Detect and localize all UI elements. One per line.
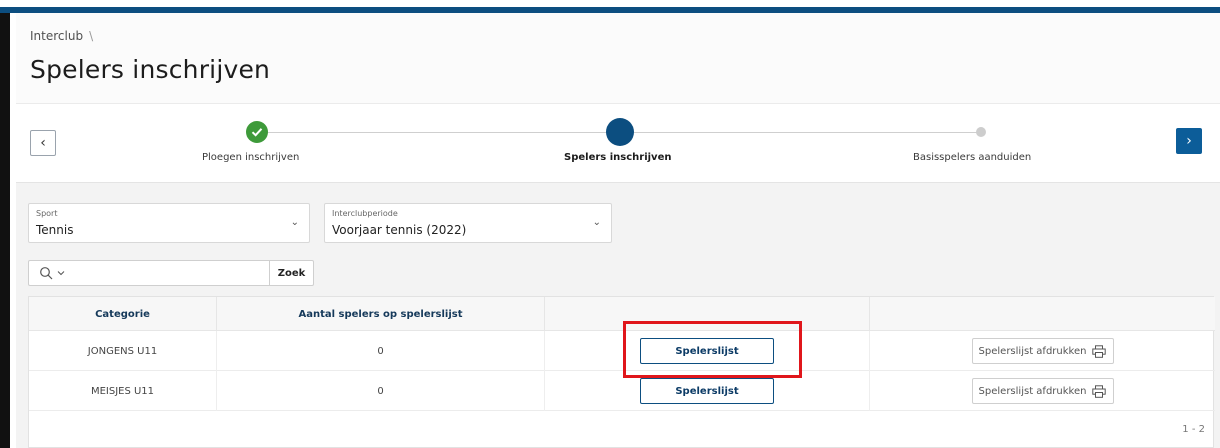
step-future-indicator	[976, 127, 986, 137]
search-button[interactable]: Zoek	[269, 261, 313, 285]
page-title: Spelers inschrijven	[30, 55, 271, 84]
left-edge	[0, 13, 10, 448]
breadcrumb-separator: \	[89, 29, 94, 43]
sport-select[interactable]: Sport Tennis ⌄	[28, 203, 310, 243]
period-select[interactable]: Interclubperiode Voorjaar tennis (2022) …	[324, 203, 612, 243]
wizard: ‹ Ploegen inschrijven Spelers inschrijve…	[16, 103, 1220, 183]
wizard-progress-line	[620, 132, 982, 133]
printer-icon	[1092, 384, 1107, 398]
wizard-next-button[interactable]: ›	[1176, 128, 1202, 154]
search-column-menu[interactable]	[29, 261, 87, 285]
chevron-down-icon	[57, 271, 65, 276]
search-bar: Zoek	[28, 260, 314, 286]
step-label-spelers: Spelers inschrijven	[564, 152, 672, 163]
sport-select-value: Tennis	[36, 223, 74, 237]
content-region: Sport Tennis ⌄ Interclubperiode Voorjaar…	[16, 183, 1220, 448]
cell-aantal: 0	[217, 371, 545, 411]
page: Interclub \ Spelers inschrijven ‹ Ploegen…	[16, 13, 1220, 448]
table-row: MEISJES U11 0 Spelerslijst Spelerslijst …	[29, 371, 1215, 411]
cell-action: Spelerslijst	[545, 371, 870, 411]
column-header-aantal[interactable]: Aantal spelers op spelerslijst	[217, 297, 545, 331]
cell-categorie: JONGENS U11	[29, 331, 217, 371]
wizard-previous-button[interactable]: ‹	[30, 130, 56, 156]
column-header-print	[870, 297, 1215, 331]
players-table: Categorie Aantal spelers op spelerslijst…	[28, 296, 1215, 448]
table-row: JONGENS U11 0 Spelerslijst Spelerslijst …	[29, 331, 1215, 371]
chevron-down-icon: ⌄	[592, 217, 601, 228]
step-label-basisspelers: Basisspelers aanduiden	[913, 152, 1032, 163]
step-label-ploegen: Ploegen inschrijven	[202, 152, 300, 163]
print-spelerslijst-button[interactable]: Spelerslijst afdrukken	[971, 378, 1114, 404]
search-input[interactable]	[87, 261, 269, 285]
print-button-label: Spelerslijst afdrukken	[978, 385, 1087, 397]
cell-print: Spelerslijst afdrukken	[870, 331, 1215, 371]
print-button-label: Spelerslijst afdrukken	[978, 345, 1087, 357]
pagination-info: 1 - 2	[1182, 424, 1205, 435]
wizard-progress-line	[257, 132, 617, 133]
printer-icon	[1092, 344, 1107, 358]
cell-categorie: MEISJES U11	[29, 371, 217, 411]
breadcrumb-link-interclub[interactable]: Interclub	[30, 29, 83, 43]
search-icon	[40, 267, 53, 280]
period-select-label: Interclubperiode	[332, 209, 398, 218]
spelerslijst-button[interactable]: Spelerslijst	[640, 338, 774, 364]
column-header-categorie[interactable]: Categorie	[29, 297, 217, 331]
period-select-value: Voorjaar tennis (2022)	[332, 223, 467, 237]
column-header-action	[545, 297, 870, 331]
page-header: Interclub \ Spelers inschrijven	[16, 13, 1220, 103]
cell-aantal: 0	[217, 331, 545, 371]
print-spelerslijst-button[interactable]: Spelerslijst afdrukken	[971, 338, 1114, 364]
step-done-icon	[246, 121, 268, 143]
cell-print: Spelerslijst afdrukken	[870, 371, 1215, 411]
step-current-indicator	[606, 118, 634, 146]
checkmark-icon	[251, 128, 263, 137]
breadcrumb: Interclub \	[30, 29, 93, 43]
table-header: Categorie Aantal spelers op spelerslijst	[29, 297, 1215, 331]
sport-select-label: Sport	[36, 209, 58, 218]
chevron-down-icon: ⌄	[290, 217, 299, 228]
spelerslijst-button[interactable]: Spelerslijst	[640, 378, 774, 404]
cell-action: Spelerslijst	[545, 331, 870, 371]
